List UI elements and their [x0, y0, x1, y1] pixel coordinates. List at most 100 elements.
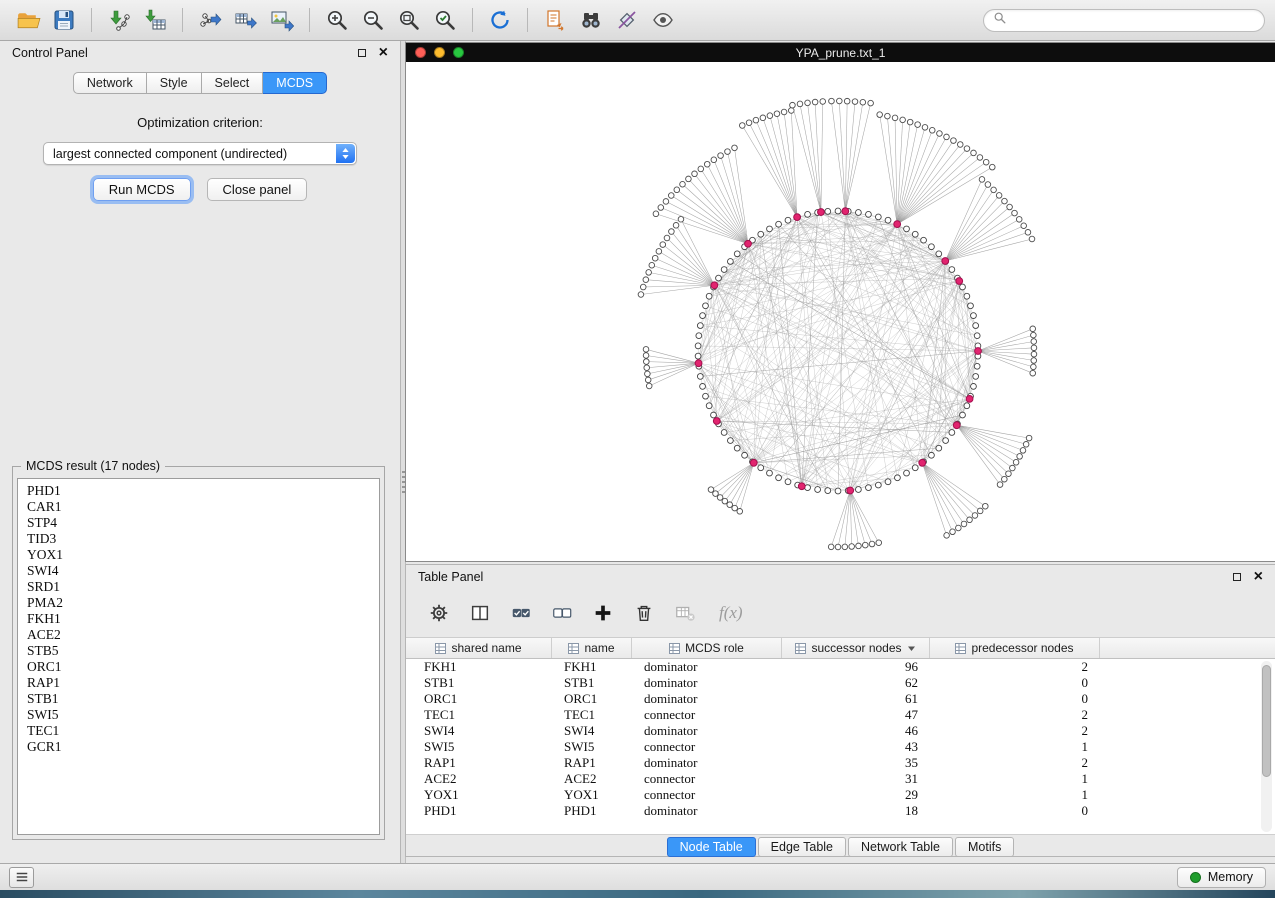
zoom-in-button[interactable]	[319, 5, 355, 35]
table-row[interactable]: SWI4SWI4dominator462	[406, 723, 1275, 739]
find-icon	[579, 8, 603, 32]
open-file-button[interactable]	[10, 5, 46, 35]
mcds-result-item[interactable]: ORC1	[27, 659, 379, 675]
mcds-result-item[interactable]: YOX1	[27, 547, 379, 563]
table-scrollbar[interactable]	[1261, 661, 1272, 832]
criterion-dropdown[interactable]: largest connected component (undirected)	[43, 142, 357, 165]
memory-button[interactable]: Memory	[1177, 867, 1266, 888]
import-network-from-file-button[interactable]	[101, 5, 137, 35]
table-row[interactable]: RAP1RAP1dominator352	[406, 755, 1275, 771]
close-mcds-panel-button[interactable]: Close panel	[207, 178, 308, 201]
table-cell: connector	[632, 739, 782, 755]
float-table-panel-icon[interactable]	[1233, 573, 1241, 581]
mcds-result-item[interactable]: FKH1	[27, 611, 379, 627]
export-table-button[interactable]	[228, 5, 264, 35]
close-table-panel-icon[interactable]: ×	[1254, 572, 1263, 582]
delete-columns-button[interactable]	[629, 598, 659, 628]
find-button[interactable]	[573, 5, 609, 35]
float-panel-icon[interactable]	[358, 49, 366, 57]
mcds-result-item[interactable]: GCR1	[27, 739, 379, 755]
tab-edge-table[interactable]: Edge Table	[758, 837, 846, 857]
table-row[interactable]: ORC1ORC1dominator610	[406, 691, 1275, 707]
mcds-result-item[interactable]: PMA2	[27, 595, 379, 611]
zoom-selected-region-button[interactable]	[427, 5, 463, 35]
table-cell: connector	[632, 771, 782, 787]
table-cell: ORC1	[406, 691, 552, 707]
select-all-rows-button[interactable]	[506, 598, 536, 628]
tab-network-table[interactable]: Network Table	[848, 837, 953, 857]
close-panel-icon[interactable]: ×	[379, 48, 388, 58]
tab-node-table[interactable]: Node Table	[667, 837, 756, 857]
table-row[interactable]: SWI5SWI5connector431	[406, 739, 1275, 755]
mcds-result-item[interactable]: ACE2	[27, 627, 379, 643]
column-header-successor-nodes[interactable]: successor nodes	[782, 638, 930, 658]
table-cell: 47	[782, 707, 930, 723]
search-box[interactable]	[983, 9, 1265, 32]
memory-status-icon	[1190, 872, 1201, 883]
run-mcds-button[interactable]: Run MCDS	[93, 178, 191, 201]
maximize-window-icon[interactable]	[453, 47, 464, 58]
split-columns-button[interactable]	[465, 598, 495, 628]
column-header-name[interactable]: name	[552, 638, 632, 658]
search-input[interactable]	[1013, 13, 1255, 27]
apply-preferred-layout-button[interactable]	[482, 5, 518, 35]
mcds-result-item[interactable]: RAP1	[27, 675, 379, 691]
mcds-result-item[interactable]: SWI4	[27, 563, 379, 579]
create-new-column-button[interactable]	[588, 598, 618, 628]
scrollbar-thumb[interactable]	[1262, 665, 1271, 777]
export-image-button[interactable]	[264, 5, 300, 35]
close-window-icon[interactable]	[415, 47, 426, 58]
mcds-result-item[interactable]: STP4	[27, 515, 379, 531]
deselect-all-rows-button[interactable]	[547, 598, 577, 628]
table-toolbar: f(x)	[406, 589, 1275, 637]
mcds-result-item[interactable]: SWI5	[27, 707, 379, 723]
window-traffic-lights	[415, 47, 464, 58]
tab-network[interactable]: Network	[73, 72, 147, 94]
table-row[interactable]: STB1STB1dominator620	[406, 675, 1275, 691]
status-menu-button[interactable]	[9, 867, 34, 888]
mcds-result-item[interactable]: STB5	[27, 643, 379, 659]
import-table-from-file-button[interactable]	[137, 5, 173, 35]
minimize-window-icon[interactable]	[434, 47, 445, 58]
table-options-button[interactable]	[424, 598, 454, 628]
table-row[interactable]: PHD1PHD1dominator180	[406, 803, 1275, 819]
tab-motifs[interactable]: Motifs	[955, 837, 1014, 857]
table-row[interactable]: YOX1YOX1connector291	[406, 787, 1275, 803]
network-canvas[interactable]	[406, 62, 1275, 561]
zoom-fit-content-button[interactable]	[391, 5, 427, 35]
column-type-icon	[795, 643, 806, 654]
mcds-result-item[interactable]: PHD1	[27, 483, 379, 499]
delete-table-button[interactable]	[670, 598, 700, 628]
toolbar-separator	[182, 8, 183, 32]
mcds-result-item[interactable]: CAR1	[27, 499, 379, 515]
column-header-shared-name[interactable]: shared name	[406, 638, 552, 658]
mcds-result-item[interactable]: TEC1	[27, 723, 379, 739]
mcds-result-item[interactable]: SRD1	[27, 579, 379, 595]
export-network-button[interactable]	[192, 5, 228, 35]
save-session-button[interactable]	[46, 5, 82, 35]
zoom-out-button[interactable]	[355, 5, 391, 35]
mcds-result-list[interactable]: PHD1CAR1STP4TID3YOX1SWI4SRD1PMA2FKH1ACE2…	[17, 478, 380, 835]
tab-mcds[interactable]: MCDS	[263, 72, 327, 94]
mcds-result-item[interactable]: TID3	[27, 531, 379, 547]
save-session-icon	[52, 8, 76, 32]
table-row[interactable]: ACE2ACE2connector311	[406, 771, 1275, 787]
tab-select[interactable]: Select	[202, 72, 264, 94]
table-cell: PHD1	[552, 803, 632, 819]
network-view-window: YPA_prune.txt_1	[406, 43, 1275, 561]
toggle-graphics-details-button[interactable]	[609, 5, 645, 35]
zoom-selected-region-icon	[433, 8, 457, 32]
column-header-MCDS-role[interactable]: MCDS role	[632, 638, 782, 658]
table-row[interactable]: TEC1TEC1connector472	[406, 707, 1275, 723]
create-new-column-icon	[592, 602, 614, 624]
column-header-predecessor-nodes[interactable]: predecessor nodes	[930, 638, 1100, 658]
table-header-row: shared namenameMCDS rolesuccessor nodesp…	[406, 637, 1275, 659]
function-builder-button[interactable]: f(x)	[719, 603, 743, 623]
table-cell: 35	[782, 755, 930, 771]
show-graphics-details-button[interactable]	[645, 5, 681, 35]
open-network-in-browser-button[interactable]	[537, 5, 573, 35]
table-row[interactable]: FKH1FKH1dominator962	[406, 659, 1275, 675]
mcds-result-item[interactable]: STB1	[27, 691, 379, 707]
tab-style[interactable]: Style	[147, 72, 202, 94]
table-cell: FKH1	[552, 659, 632, 675]
